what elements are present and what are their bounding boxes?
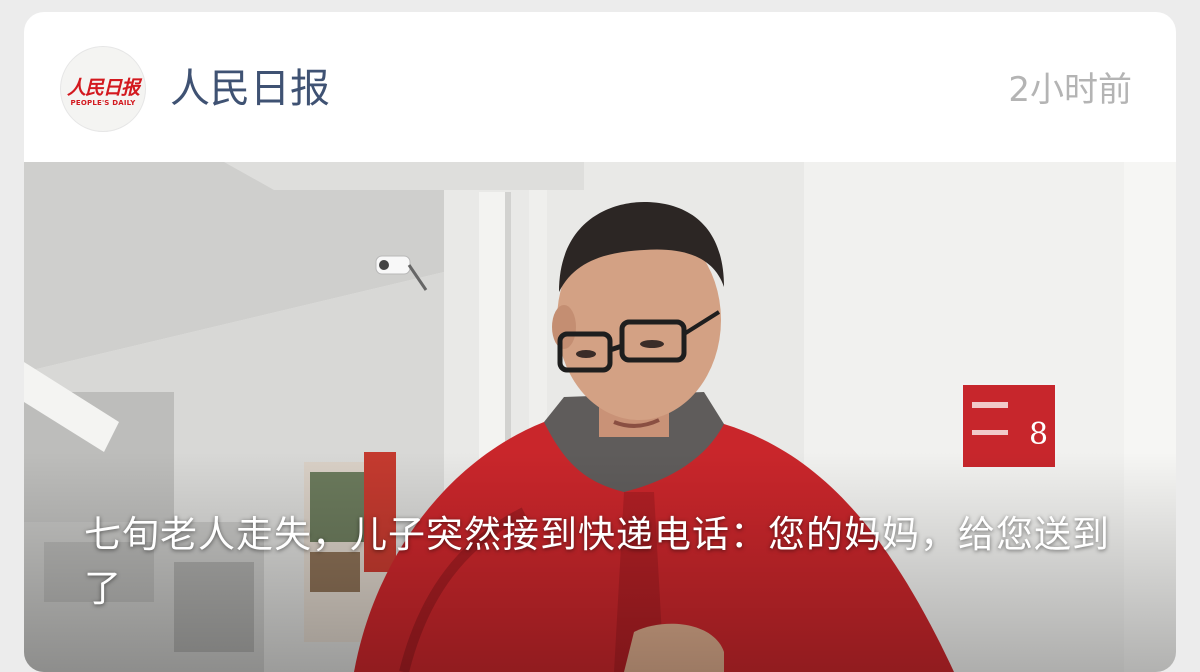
card-header: 人民日报 PEOPLE'S DAILY 人民日报 2小时前 — [24, 12, 1176, 162]
avatar[interactable]: 人民日报 PEOPLE'S DAILY — [60, 46, 146, 132]
timestamp: 2小时前 — [1008, 70, 1132, 110]
avatar-logo-subtext: PEOPLE'S DAILY — [70, 99, 136, 107]
news-image[interactable]: 8 七旬老人走失，儿子突然接到快递电话：您的妈妈，给您送到了 — [24, 162, 1176, 672]
news-card[interactable]: 人民日报 PEOPLE'S DAILY 人民日报 2小时前 8 七旬老人走失，儿… — [24, 12, 1176, 672]
sign-number: 8 — [1029, 417, 1048, 452]
avatar-logo-text: 人民日报 — [66, 77, 140, 99]
headline[interactable]: 七旬老人走失，儿子突然接到快递电话：您的妈妈，给您送到了 — [84, 508, 1144, 616]
source-name[interactable]: 人民日报 — [170, 64, 330, 114]
